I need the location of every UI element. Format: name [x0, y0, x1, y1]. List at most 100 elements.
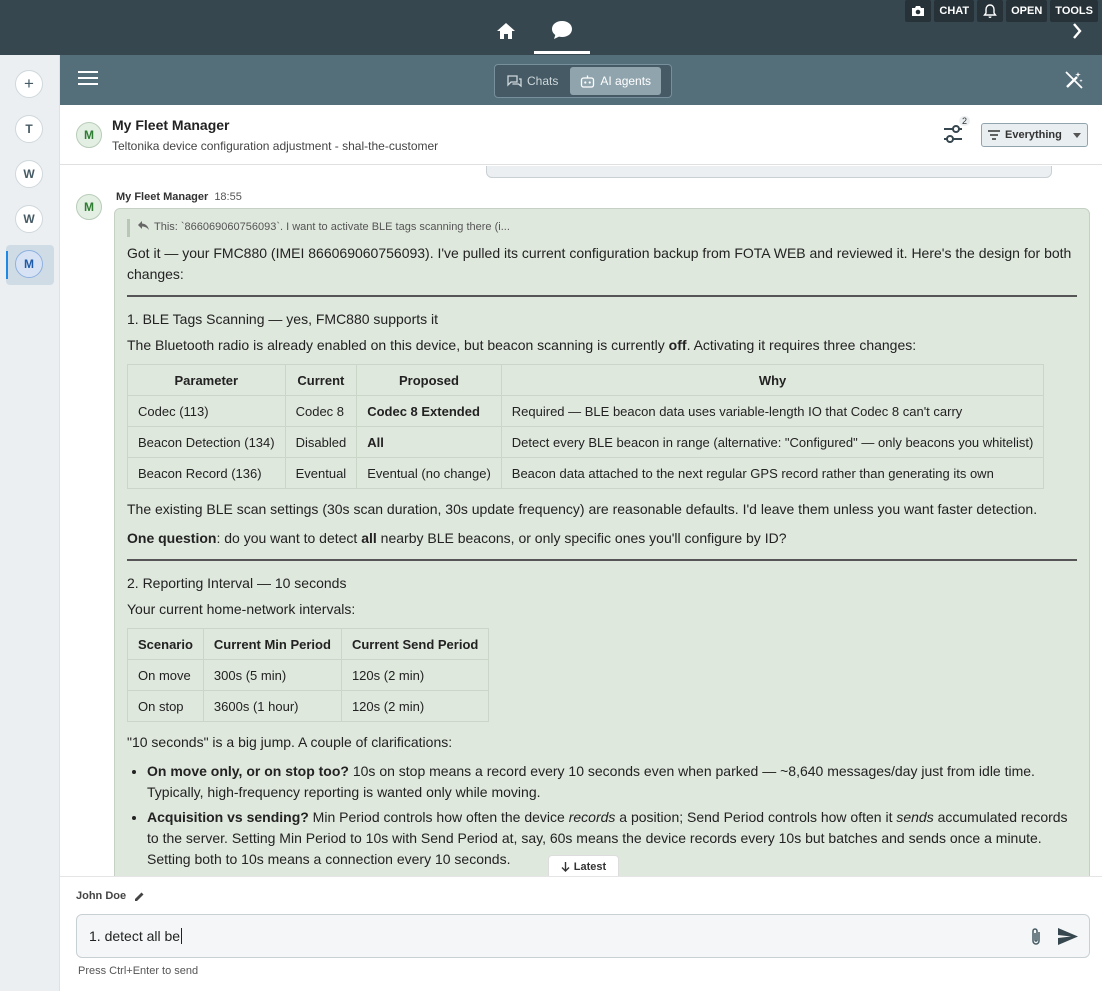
robot-icon — [581, 75, 595, 88]
section-2-note: "10 seconds" is a big jump. A couple of … — [127, 734, 453, 750]
section-1-text-b: off — [668, 337, 687, 353]
message-time: 18:55 — [214, 191, 242, 203]
table-row: Beacon Record (136) Eventual Eventual (n… — [127, 457, 1045, 489]
table-row: Codec (113) Codec 8 Codec 8 Extended Req… — [127, 395, 1045, 427]
arrow-down-icon — [561, 861, 570, 872]
table-cell: Disabled — [284, 426, 358, 458]
quoted-reply-text: This: `866069060756093`. I want to activ… — [154, 221, 510, 233]
add-workspace-button[interactable]: + — [15, 70, 43, 98]
send-hint: Press Ctrl+Enter to send — [78, 965, 199, 977]
paperclip-icon — [1032, 928, 1040, 945]
caret-down-icon — [1073, 132, 1081, 138]
message-filter-select[interactable]: Everything — [981, 123, 1088, 147]
previous-message-bubble — [486, 166, 1052, 178]
table-cell: Required — BLE beacon data uses variable… — [500, 395, 1045, 427]
chevron-right-icon — [1073, 23, 1082, 39]
hamburger-icon — [78, 71, 98, 85]
tab-chats[interactable]: Chats — [497, 67, 568, 95]
list-item-text-d: sends — [896, 809, 934, 825]
attach-button[interactable] — [1029, 927, 1043, 950]
jump-to-latest-button[interactable]: Latest — [548, 855, 619, 876]
conversation-subtitle: Teltonika device configuration adjustmen… — [112, 139, 439, 153]
question-label: One question — [127, 530, 217, 546]
table-header-cell: Parameter — [127, 364, 286, 396]
magic-wand-off-button[interactable] — [1064, 70, 1084, 95]
table-cell: Beacon Detection (134) — [127, 426, 286, 458]
clarification-list: On move only, or on stop too? 10s on sto… — [147, 761, 1077, 870]
section-1-title: 1. BLE Tags Scanning — yes, FMC880 suppo… — [127, 311, 439, 327]
section-1-question: One question: do you want to detect all … — [127, 528, 1077, 549]
table-header-cell: Why — [500, 364, 1045, 396]
rail-item-t[interactable]: T — [15, 115, 43, 143]
edit-icon[interactable] — [134, 891, 145, 902]
top-nav — [478, 8, 590, 54]
list-item-text-c: a position; Send Period controls how oft… — [615, 809, 897, 825]
tab-ai-agents[interactable]: AI agents — [570, 67, 662, 95]
table-cell: Eventual — [284, 457, 358, 489]
jump-to-latest-label: Latest — [573, 860, 607, 873]
send-button[interactable] — [1057, 927, 1079, 949]
table-cell: 120s (2 min) — [340, 659, 490, 691]
open-button[interactable]: OPEN — [1006, 0, 1048, 22]
rail-item-m[interactable]: M — [15, 250, 43, 278]
quoted-reply[interactable]: This: `866069060756093`. I want to activ… — [127, 219, 1077, 237]
section-1-text-c: . Activating it requires three changes: — [686, 337, 917, 353]
composer-user: John Doe — [76, 890, 145, 902]
table-header-cell: Proposed — [356, 364, 502, 396]
message-author: My Fleet Manager — [116, 191, 209, 203]
workspace-rail: + T W W M — [0, 55, 60, 991]
rail-selected-indicator — [6, 251, 8, 279]
table-row: On stop 3600s (1 hour) 120s (2 min) — [127, 690, 490, 722]
list-item-title: Acquisition vs sending? — [147, 809, 309, 825]
tools-button[interactable]: TOOLS — [1050, 0, 1098, 22]
table-cell: Eventual (no change) — [356, 457, 502, 489]
table-header-row: Scenario Current Min Period Current Send… — [127, 628, 490, 660]
section-1-paragraph: The Bluetooth radio is already enabled o… — [127, 335, 1077, 356]
magic-wand-off-icon — [1065, 71, 1083, 89]
table-cell: 120s (2 min) — [340, 690, 490, 722]
chats-icon — [507, 74, 522, 87]
message-input-value: 1. detect all be — [89, 928, 181, 944]
message-input[interactable]: 1. detect all be — [76, 914, 1090, 958]
table-cell: Detect every BLE beacon in range (altern… — [500, 426, 1045, 458]
bell-icon — [983, 3, 998, 18]
message-list[interactable]: M My Fleet Manager 18:55 This: `866069060… — [60, 166, 1102, 876]
notifications-button[interactable] — [977, 0, 1004, 22]
screenshot-button[interactable] — [905, 0, 932, 22]
section-2-paragraph: Your current home-network intervals: — [127, 601, 356, 617]
menu-button[interactable] — [78, 70, 98, 91]
question-text-b: all — [361, 530, 377, 546]
table-cell: Beacon data attached to the next regular… — [500, 457, 1045, 489]
message-avatar: M — [76, 194, 102, 220]
tune-icon — [944, 125, 962, 143]
conversation-header: M My Fleet Manager Teltonika device conf… — [60, 105, 1102, 165]
home-nav-button[interactable] — [478, 8, 534, 54]
chat-nav-button[interactable] — [534, 8, 590, 54]
message-bubble: This: `866069060756093`. I want to activ… — [114, 208, 1090, 876]
view-toggle: Chats AI agents — [494, 64, 672, 98]
rail-item-w-2[interactable]: W — [15, 205, 43, 233]
tab-chats-label: Chats — [527, 74, 559, 88]
divider — [127, 295, 1077, 297]
table-cell: 3600s (1 hour) — [202, 690, 342, 722]
chat-button[interactable]: CHAT — [934, 0, 975, 22]
section-1-note: The existing BLE scan settings (30s scan… — [127, 501, 1038, 517]
toolbar: Chats AI agents — [60, 55, 1102, 105]
filter-icon — [988, 130, 1000, 140]
table-cell: On stop — [127, 690, 204, 722]
table-header-cell: Current Min Period — [202, 628, 342, 660]
top-right-actions: CHAT OPEN TOOLS — [905, 0, 1098, 22]
table-cell: Codec (113) — [127, 395, 286, 427]
table-cell: On move — [127, 659, 204, 691]
rail-item-w-1[interactable]: W — [15, 160, 43, 188]
expand-chevron-button[interactable] — [1072, 23, 1082, 44]
list-item-title: On move only, or on stop too? — [147, 763, 349, 779]
table-cell: 300s (5 min) — [202, 659, 342, 691]
table-cell: Beacon Record (136) — [127, 457, 286, 489]
chat-icon — [552, 20, 572, 39]
table-row: Beacon Detection (134) Disabled All Dete… — [127, 426, 1045, 458]
section-2-title: 2. Reporting Interval — 10 seconds — [127, 575, 347, 591]
conversation-title: My Fleet Manager — [112, 117, 230, 133]
filter-settings-button[interactable] — [942, 123, 964, 150]
ble-parameters-table: Parameter Current Proposed Why Codec (11… — [127, 364, 1045, 489]
